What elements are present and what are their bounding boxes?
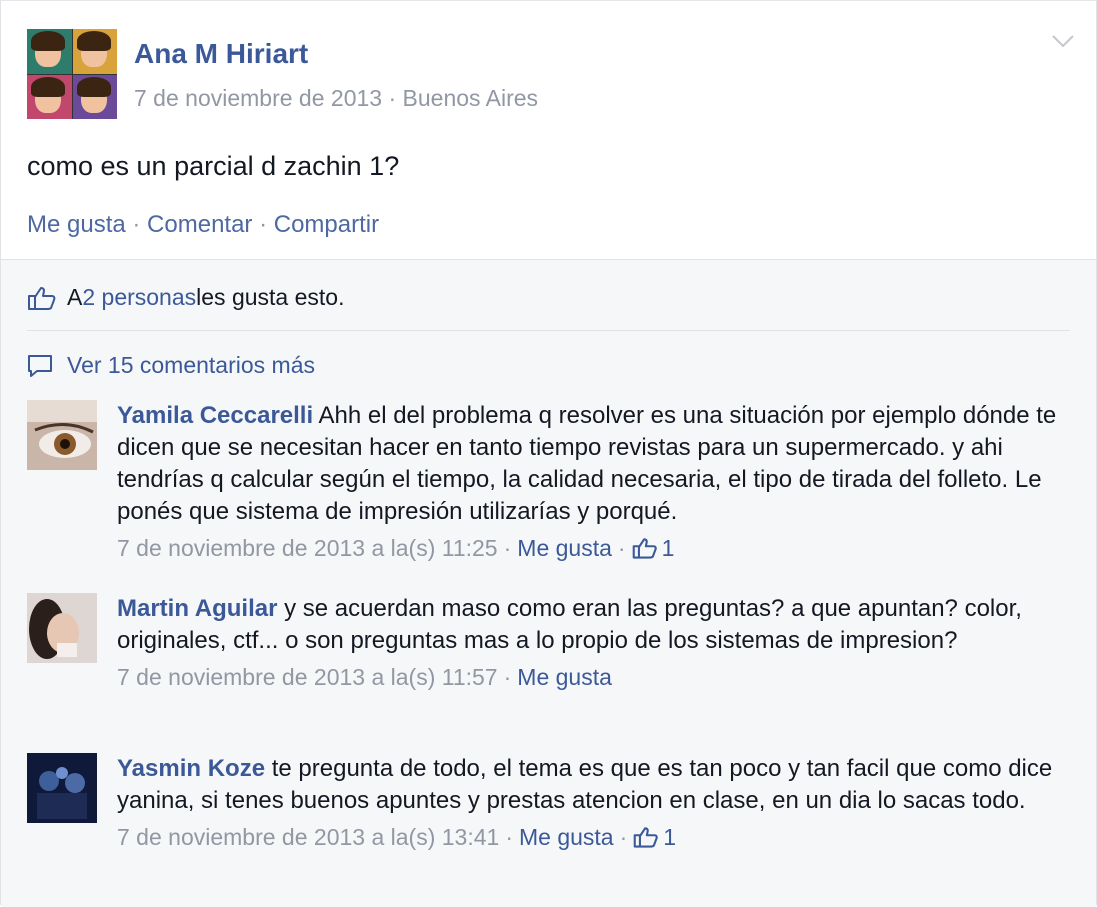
meta-separator: · <box>619 824 628 850</box>
meta-separator: · <box>617 535 626 561</box>
comment-like-button[interactable]: Me gusta <box>517 661 612 693</box>
comment-body: Yasmin Koze te pregunta de todo, el tema… <box>117 753 1067 853</box>
comment-content: Martin Aguilar y se acuerdan maso como e… <box>117 593 1067 657</box>
divider <box>27 330 1070 331</box>
meta-separator: · <box>382 85 403 111</box>
meta-separator: · <box>505 824 513 850</box>
comment-meta: 7 de noviembre de 2013 a la(s) 11:25 · M… <box>117 532 1067 564</box>
post-card: Ana M Hiriart 7 de noviembre de 2013 · B… <box>0 0 1097 907</box>
action-separator: · <box>125 211 148 238</box>
comment-meta: 7 de noviembre de 2013 a la(s) 13:41 · M… <box>117 821 1067 853</box>
likes-prefix: A <box>67 284 83 310</box>
commenter-name[interactable]: Yasmin Koze <box>117 755 265 782</box>
likes-summary: A 2 personas les gusta esto. <box>27 284 344 311</box>
avatar-tile <box>27 74 72 119</box>
post-date-link[interactable]: 7 de noviembre de 2013 <box>134 85 382 111</box>
commenter-avatar[interactable] <box>27 593 97 663</box>
like-count-value: 1 <box>663 824 677 850</box>
chevron-down-icon[interactable] <box>1051 33 1075 49</box>
avatar-tile <box>72 74 117 119</box>
comment-content: Yamila Ceccarelli Ahh el del problema q … <box>117 400 1067 528</box>
avatar-tile <box>27 29 72 74</box>
thumbs-up-icon <box>632 538 657 559</box>
thumbs-up-icon <box>28 286 56 310</box>
author-name[interactable]: Ana M Hiriart <box>134 38 308 70</box>
action-separator: · <box>252 211 274 238</box>
comment-like-count[interactable]: 1 <box>632 532 675 564</box>
meta-separator: · <box>503 535 512 561</box>
comment-timestamp[interactable]: 7 de noviembre de 2013 a la(s) 13:41 <box>117 821 499 853</box>
likers-link[interactable]: 2 personas <box>82 284 196 311</box>
post-meta: 7 de noviembre de 2013 · Buenos Aires <box>134 85 538 112</box>
speech-bubble-icon <box>28 354 52 377</box>
post-text: como es un parcial d zachin 1? <box>27 151 400 181</box>
comment-button[interactable]: Comentar <box>147 211 252 238</box>
thumbs-up-icon <box>633 827 659 848</box>
feedback-section: A 2 personas les gusta esto. Ver 15 come… <box>1 259 1096 907</box>
commenter-avatar[interactable] <box>27 400 97 470</box>
commenter-avatar[interactable] <box>27 753 97 823</box>
likes-suffix: les gusta esto. <box>196 284 345 310</box>
post-location-link[interactable]: Buenos Aires <box>403 85 539 111</box>
view-more-comments[interactable]: Ver 15 comentarios más <box>27 352 315 379</box>
comment-timestamp[interactable]: 7 de noviembre de 2013 a la(s) 11:57 <box>117 661 498 693</box>
comment-like-count[interactable]: 1 <box>633 821 676 853</box>
avatar-tile <box>72 29 117 74</box>
view-more-comments-label: Ver 15 comentarios más <box>67 352 316 378</box>
post-actions: Me gusta · Comentar · Compartir <box>27 211 379 239</box>
commenter-name[interactable]: Yamila Ceccarelli <box>117 402 313 429</box>
post-header-section: Ana M Hiriart 7 de noviembre de 2013 · B… <box>1 1 1096 259</box>
comment-body: Martin Aguilar y se acuerdan maso como e… <box>117 593 1067 693</box>
commenter-name[interactable]: Martin Aguilar <box>117 595 277 622</box>
share-button[interactable]: Compartir <box>274 211 379 238</box>
like-count-value: 1 <box>661 535 675 561</box>
comment-like-button[interactable]: Me gusta <box>519 821 614 853</box>
like-button[interactable]: Me gusta <box>27 211 126 238</box>
comment-meta: 7 de noviembre de 2013 a la(s) 11:57 · M… <box>117 661 1067 693</box>
comment-body: Yamila Ceccarelli Ahh el del problema q … <box>117 400 1067 564</box>
author-avatar[interactable] <box>27 29 117 119</box>
comment-timestamp[interactable]: 7 de noviembre de 2013 a la(s) 11:25 <box>117 532 498 564</box>
meta-separator: · <box>503 664 512 690</box>
comment-content: Yasmin Koze te pregunta de todo, el tema… <box>117 753 1067 817</box>
comment-like-button[interactable]: Me gusta <box>517 532 612 564</box>
